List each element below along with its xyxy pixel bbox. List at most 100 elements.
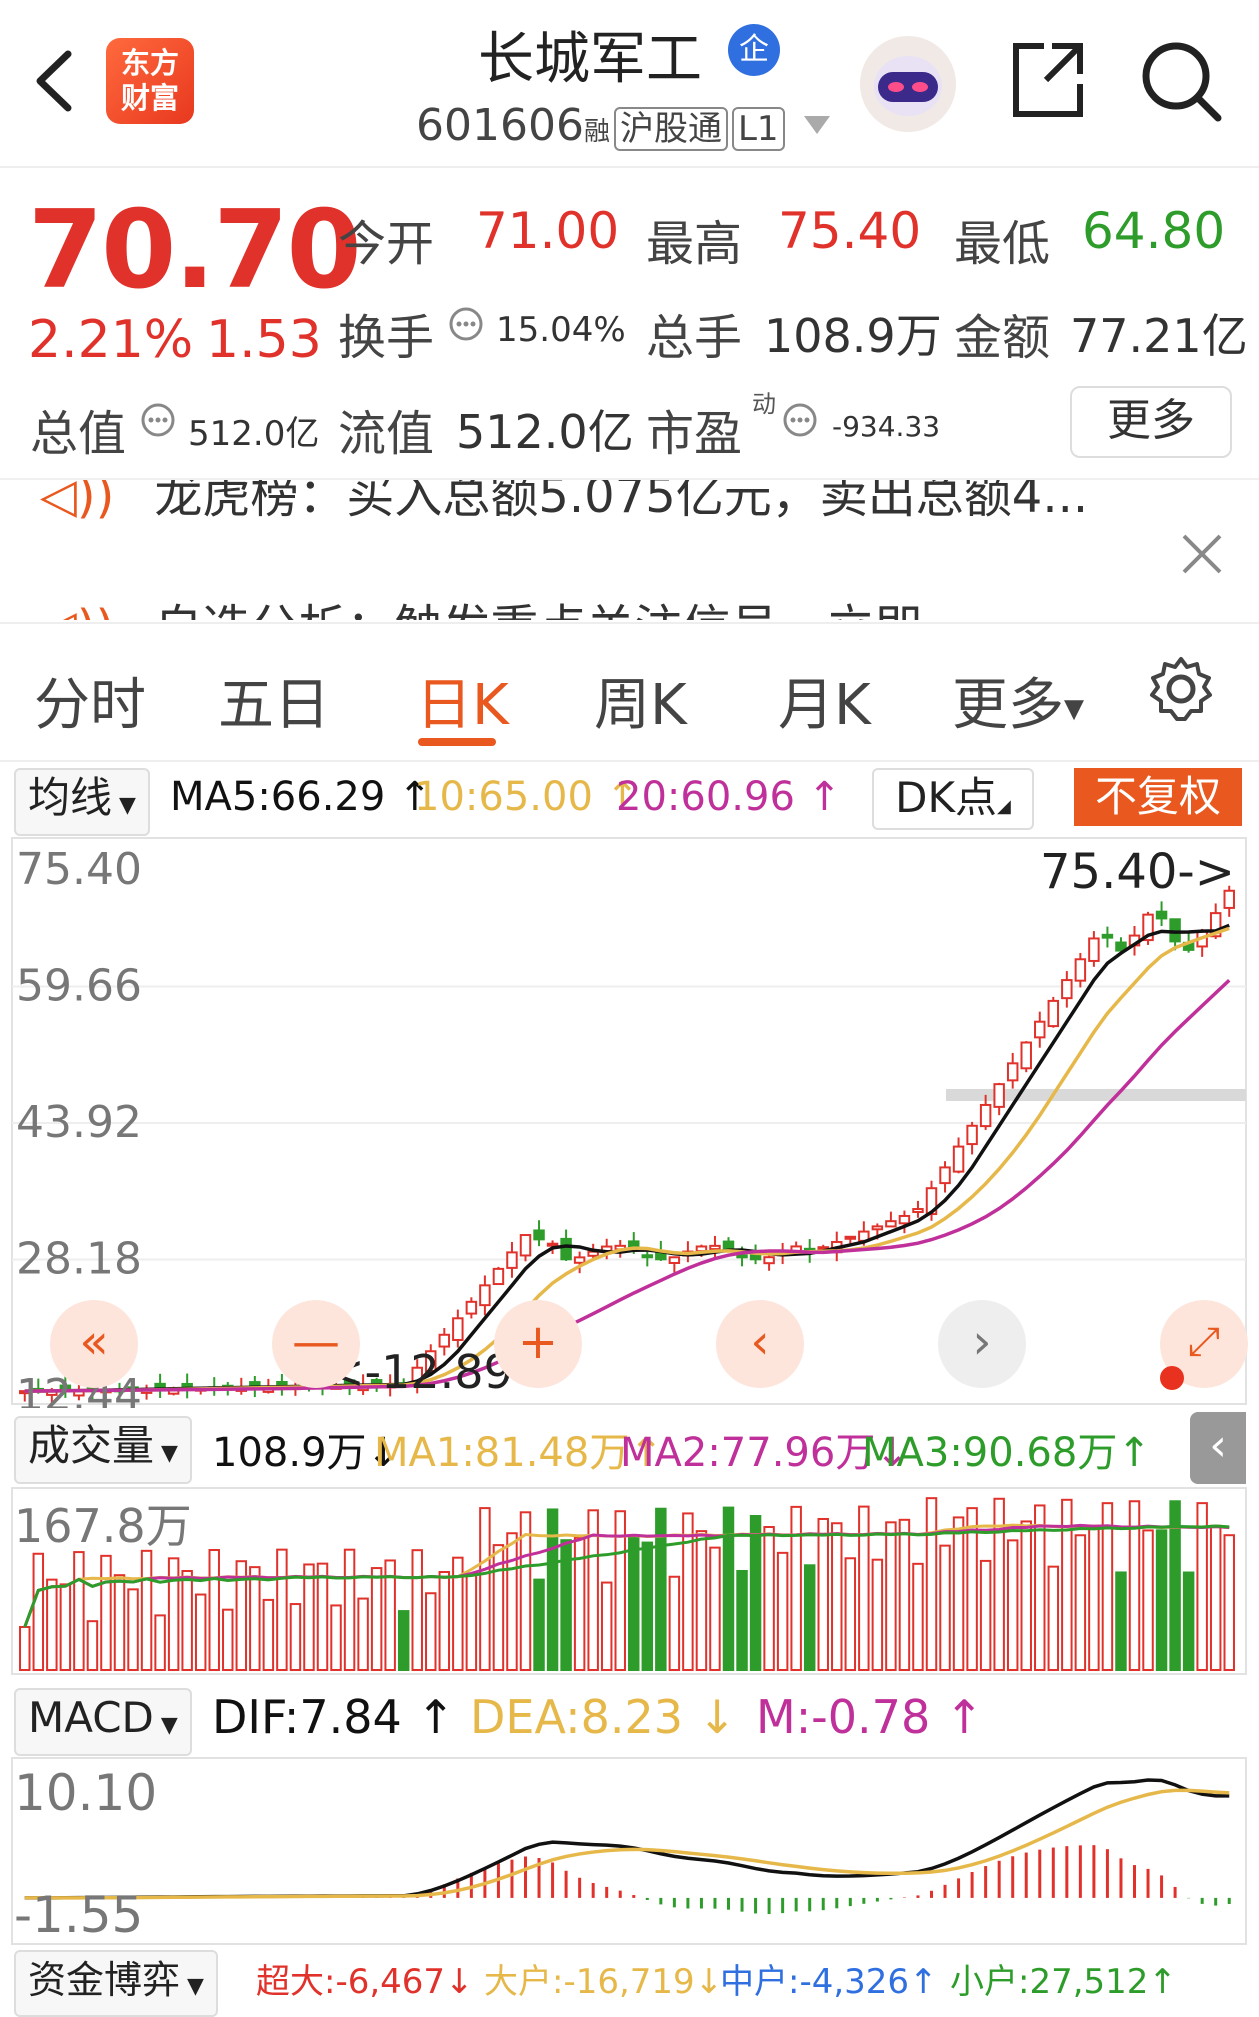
ma10-line (24, 926, 1230, 1393)
candle (952, 1145, 965, 1173)
pe-value: -934.33 (832, 410, 941, 443)
candle (546, 1242, 559, 1247)
info-icon[interactable] (140, 402, 176, 438)
volume-current: 108.9万↓ (212, 1430, 401, 1476)
scroll-left-fast-button[interactable]: « (50, 1300, 138, 1388)
candle (1006, 1062, 1019, 1082)
volume-bar (86, 1620, 99, 1671)
volume-bar (912, 1562, 924, 1671)
pe-sup: 动 (752, 390, 776, 418)
candle (479, 1284, 491, 1307)
y-axis-label: 75.40 (16, 844, 142, 895)
macd-m-legend: M:-0.78 ↑ (756, 1690, 984, 1744)
news-line-2: ◁))自选分析：触发重点关注信号，立即 (40, 588, 922, 620)
tab-daily-k[interactable]: 日K (416, 660, 509, 741)
volume-bar (370, 1567, 383, 1671)
volume-bar (1142, 1529, 1154, 1672)
macd-chart[interactable]: 10.10 -1.55 (0, 1756, 1259, 1946)
news-ticker[interactable]: ◁))龙虎榜：买入总额5.075亿元，卖出总额4... ◁))自选分析：触发重点… (0, 478, 1259, 620)
change-amount: 1.53 (206, 310, 322, 370)
volume-bar (425, 1592, 437, 1671)
speaker-icon: ◁)) (40, 600, 114, 620)
volume-bar (722, 1506, 735, 1672)
collapse-panel-button[interactable]: ‹ (1190, 1412, 1246, 1484)
candle (533, 1229, 545, 1241)
candle (736, 1254, 748, 1259)
volume-bar (655, 1507, 667, 1671)
volume-bar (546, 1508, 559, 1672)
search-icon[interactable] (1138, 38, 1224, 124)
change-percent: 2.21% (28, 310, 194, 370)
scroll-left-button[interactable]: ‹ (716, 1300, 804, 1388)
volume-bar (858, 1505, 870, 1672)
caret-down-icon: ▼ (1064, 693, 1084, 724)
volume-bar (289, 1603, 302, 1671)
more-button[interactable]: 更多 (1070, 386, 1232, 458)
caret-down-icon[interactable] (802, 114, 832, 136)
volume-bar (885, 1521, 897, 1671)
volume-bar (668, 1575, 681, 1671)
volume-bar (1020, 1520, 1032, 1672)
gear-icon[interactable] (1146, 654, 1216, 724)
ma10-legend: 10:65.00 ↑ (414, 774, 640, 820)
tab-intraday[interactable]: 分时 (34, 660, 146, 741)
scroll-right-button[interactable]: › (938, 1300, 1026, 1388)
robot-assistant-icon[interactable] (858, 34, 958, 134)
volume-bar (19, 1626, 31, 1671)
stock-code: 601606 (416, 100, 584, 151)
share-icon[interactable] (1008, 38, 1088, 122)
volume-bar (127, 1588, 139, 1671)
notification-dot (1160, 1366, 1184, 1390)
candle (912, 1208, 924, 1213)
app-logo[interactable]: 东方 财富 (106, 38, 194, 124)
volume-bar (600, 1581, 613, 1671)
float-value: 512.0亿 (456, 405, 634, 459)
volume-bar (844, 1557, 857, 1671)
candle (560, 1237, 572, 1261)
dk-point-button[interactable]: DK点◢ (872, 768, 1034, 830)
candle (492, 1267, 505, 1286)
volume-bar (709, 1546, 721, 1671)
adjustment-button[interactable]: 不复权 (1074, 768, 1242, 826)
ma5-legend: MA5:66.29 ↑ (170, 774, 432, 820)
vol-ma3-legend: MA3:90.68万↑ (862, 1430, 1151, 1476)
volume-bar (898, 1518, 911, 1672)
close-icon[interactable] (1180, 532, 1224, 576)
tab-more[interactable]: 更多▼ (952, 660, 1084, 741)
capital-flow-selector[interactable]: 资金博弈 ▼ (14, 1950, 218, 2017)
info-icon[interactable] (782, 402, 818, 438)
active-tab-indicator (418, 738, 496, 746)
macd-selector[interactable]: MACD ▼ (14, 1688, 192, 1756)
volume-bar (803, 1564, 816, 1671)
volume-bar (776, 1551, 789, 1671)
volume-bar (939, 1544, 951, 1671)
volume-selector[interactable]: 成交量 ▼ (14, 1416, 192, 1484)
volume-bar (628, 1534, 640, 1672)
dif-line (24, 1778, 1230, 1900)
tab-monthly-k[interactable]: 月K (778, 660, 871, 741)
volume-bar (194, 1593, 207, 1671)
amount-label: 金额 (954, 310, 1051, 366)
volume-chart[interactable]: 167.8万 (0, 1486, 1259, 1676)
zoom-in-button[interactable]: + (494, 1300, 582, 1388)
candle (993, 1083, 1005, 1108)
volume-bar (1074, 1534, 1087, 1671)
super-large-flow: 超大:-6,467↓ (256, 1962, 474, 2002)
ma-selector[interactable]: 均线 ▼ (14, 768, 150, 836)
candle (573, 1256, 586, 1264)
volume-bar (831, 1522, 843, 1671)
chevron-left-icon[interactable] (28, 46, 78, 116)
high-label: 最高 (646, 216, 743, 272)
tab-weekly-k[interactable]: 周K (594, 660, 687, 741)
dea-legend: DEA:8.23 ↓ (470, 1690, 737, 1744)
y-axis-label: 28.18 (16, 1234, 142, 1285)
tab-five-day[interactable]: 五日 (218, 660, 330, 741)
kline-chart[interactable]: 75.4059.6643.9228.1812.4475.40-><-12.89 (0, 836, 1259, 1408)
info-icon[interactable] (448, 306, 484, 342)
amount-value: 77.21亿 (1070, 309, 1248, 363)
volume-bar (506, 1532, 518, 1671)
zoom-out-button[interactable]: — (272, 1300, 360, 1388)
candle (668, 1256, 681, 1264)
volume-bar (871, 1558, 884, 1671)
ma20-line (24, 978, 1231, 1393)
